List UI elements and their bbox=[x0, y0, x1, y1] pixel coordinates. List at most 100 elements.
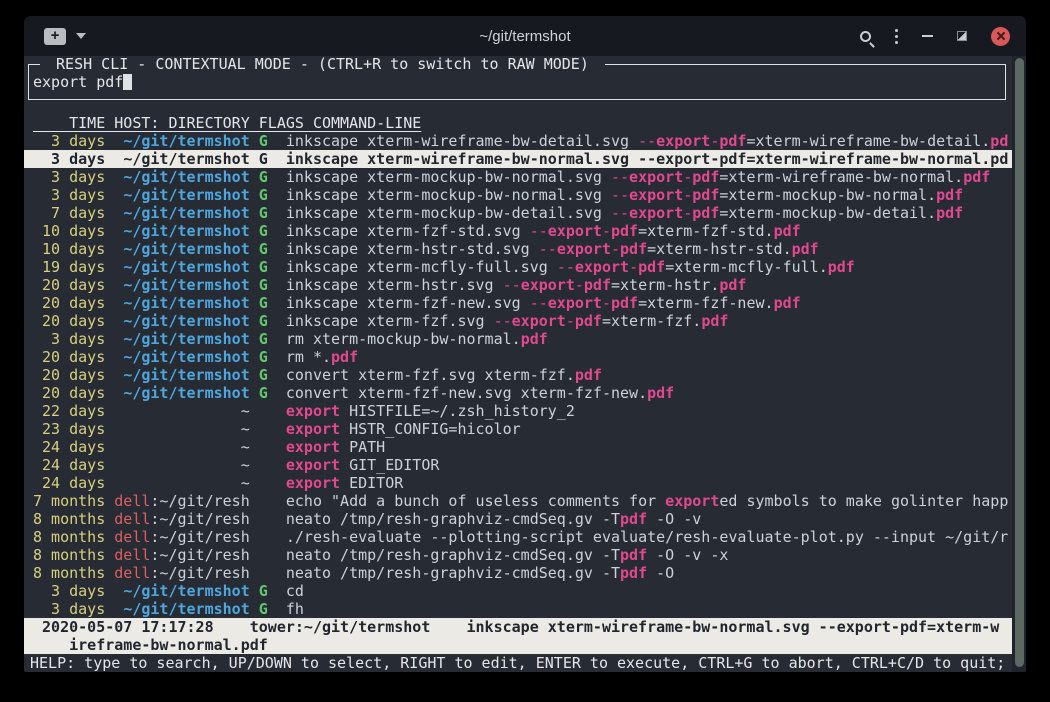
history-row[interactable]: 20 days ~/git/termshot G inkscape xterm-… bbox=[24, 276, 1012, 294]
history-row[interactable]: 3 days ~/git/termshot G rm xterm-mockup-… bbox=[24, 330, 1012, 348]
cell-time: 23 days bbox=[33, 420, 105, 438]
cmd-segment: pdf bbox=[611, 294, 638, 312]
cell-time: 3 days bbox=[33, 600, 105, 618]
history-row[interactable]: 20 days ~/git/termshot G convert xterm-f… bbox=[24, 366, 1012, 384]
gap bbox=[250, 222, 259, 240]
cmd-segment: pdf bbox=[620, 240, 647, 258]
history-row[interactable]: 20 days ~/git/termshot G inkscape xterm-… bbox=[24, 312, 1012, 330]
cell-time: 3 days bbox=[33, 330, 105, 348]
cmd-segment: inkscape xterm-fzf-std.svg bbox=[286, 222, 530, 240]
gap bbox=[268, 150, 286, 168]
cell-flags bbox=[259, 510, 268, 528]
history-row[interactable]: 3 days ~/git/termshot G cd bbox=[24, 582, 1012, 600]
close-button[interactable] bbox=[991, 27, 1010, 46]
history-row[interactable]: 8 months dell:~/git/resh neato /tmp/resh… bbox=[24, 546, 1012, 564]
history-row[interactable]: 10 days ~/git/termshot G inkscape xterm-… bbox=[24, 222, 1012, 240]
history-row[interactable]: 20 days ~/git/termshot G convert xterm-f… bbox=[24, 384, 1012, 402]
cell-time: 8 months bbox=[33, 528, 105, 546]
history-row[interactable]: 8 months dell:~/git/resh neato /tmp/resh… bbox=[24, 510, 1012, 528]
cmd-segment: =xterm-mcfly-full. bbox=[665, 258, 828, 276]
history-row[interactable]: 10 days ~/git/termshot G inkscape xterm-… bbox=[24, 240, 1012, 258]
cell-host: dell bbox=[114, 510, 150, 528]
cmd-segment: GIT_EDITOR bbox=[340, 456, 439, 474]
cmd-segment: =xterm-mockup-bw-detail. bbox=[719, 204, 936, 222]
history-row[interactable]: 3 days ~/git/termshot G fh bbox=[24, 600, 1012, 618]
gap bbox=[114, 420, 240, 438]
cell-flags: G bbox=[259, 258, 268, 276]
history-row[interactable]: 8 months dell:~/git/resh ./resh-evaluate… bbox=[24, 528, 1012, 546]
gap bbox=[114, 276, 123, 294]
text-cursor bbox=[123, 74, 132, 90]
cell-directory: ~/git/termshot bbox=[123, 582, 249, 600]
gap bbox=[105, 582, 114, 600]
cmd-segment: neato /tmp/resh-graphviz-cmdSeq.gv -T bbox=[286, 510, 620, 528]
history-row[interactable]: 19 days ~/git/termshot G inkscape xterm-… bbox=[24, 258, 1012, 276]
cell-flags bbox=[259, 546, 268, 564]
gap bbox=[250, 420, 259, 438]
gap bbox=[114, 384, 123, 402]
menu-button[interactable] bbox=[895, 29, 898, 44]
cmd-segment: pdf bbox=[774, 294, 801, 312]
cell-directory: ~/git/termshot bbox=[123, 204, 249, 222]
search-icon bbox=[860, 31, 871, 42]
cmd-segment: pdf bbox=[963, 168, 990, 186]
cmd-segment: export bbox=[286, 438, 340, 456]
cmd-segment: rm *. bbox=[286, 348, 331, 366]
cmd-segment: export bbox=[629, 168, 683, 186]
history-row[interactable]: 24 days ~ export GIT_EDITOR bbox=[24, 456, 1012, 474]
gap bbox=[268, 204, 286, 222]
cmd-segment: - bbox=[710, 150, 719, 168]
new-tab-icon[interactable] bbox=[44, 28, 66, 45]
cell-flags: G bbox=[259, 348, 268, 366]
cmd-segment: pdf bbox=[620, 564, 647, 582]
gap bbox=[105, 384, 114, 402]
cmd-segment: pdf bbox=[521, 330, 548, 348]
history-row[interactable]: 8 months dell:~/git/resh neato /tmp/resh… bbox=[24, 564, 1012, 582]
cmd-segment: pdf bbox=[620, 510, 647, 528]
gap bbox=[268, 258, 286, 276]
history-row[interactable]: 3 days ~/git/termshot G inkscape xterm-w… bbox=[24, 150, 1012, 168]
cmd-segment: export bbox=[656, 132, 710, 150]
cmd-segment: pd bbox=[990, 132, 1008, 150]
tab-dropdown-button[interactable] bbox=[76, 33, 86, 39]
history-row[interactable]: 3 days ~/git/termshot G inkscape xterm-w… bbox=[24, 132, 1012, 150]
gap bbox=[105, 348, 114, 366]
gap bbox=[250, 438, 259, 456]
cell-time: 8 months bbox=[33, 510, 105, 528]
history-row[interactable]: 7 months dell:~/git/resh echo "Add a bun… bbox=[24, 492, 1012, 510]
history-row[interactable]: 3 days ~/git/termshot G inkscape xterm-m… bbox=[24, 186, 1012, 204]
scrollbar-thumb[interactable] bbox=[1015, 58, 1024, 667]
gap bbox=[250, 366, 259, 384]
cmd-segment: PATH bbox=[340, 438, 385, 456]
history-row[interactable]: 7 days ~/git/termshot G inkscape xterm-m… bbox=[24, 204, 1012, 222]
gap bbox=[114, 294, 123, 312]
cell-directory: ~/git/termshot bbox=[123, 348, 249, 366]
minimize-button[interactable] bbox=[922, 35, 933, 37]
gap bbox=[250, 348, 259, 366]
chevron-down-icon bbox=[76, 33, 86, 39]
gap bbox=[105, 294, 114, 312]
cell-flags bbox=[259, 438, 268, 456]
history-row[interactable]: 23 days ~ export HSTR_CONFIG=hicolor bbox=[24, 420, 1012, 438]
history-row[interactable]: 20 days ~/git/termshot G rm *.pdf bbox=[24, 348, 1012, 366]
cmd-segment: =xterm-fzf. bbox=[602, 312, 701, 330]
cmd-segment: =xterm-hstr. bbox=[611, 276, 719, 294]
cell-directory: ~/git/termshot bbox=[123, 222, 249, 240]
cell-flags: G bbox=[259, 600, 268, 618]
restore-button[interactable] bbox=[957, 31, 967, 41]
history-row[interactable]: 22 days ~ export HISTFILE=~/.zsh_history… bbox=[24, 402, 1012, 420]
cmd-segment: export bbox=[521, 276, 575, 294]
cmd-segment: inkscape xterm-wireframe-bw-detail.svg bbox=[286, 132, 638, 150]
cell-directory: ~/git/termshot bbox=[123, 240, 249, 258]
cmd-segment: export bbox=[629, 204, 683, 222]
history-row[interactable]: 3 days ~/git/termshot G inkscape xterm-m… bbox=[24, 168, 1012, 186]
history-row[interactable]: 20 days ~/git/termshot G inkscape xterm-… bbox=[24, 294, 1012, 312]
gap bbox=[250, 492, 259, 510]
search-button[interactable] bbox=[860, 31, 871, 42]
history-row[interactable]: 24 days ~ export EDITOR bbox=[24, 474, 1012, 492]
scrollbar-track[interactable] bbox=[1012, 56, 1026, 672]
cell-time: 10 days bbox=[33, 240, 105, 258]
gap bbox=[105, 492, 114, 510]
history-row[interactable]: 24 days ~ export PATH bbox=[24, 438, 1012, 456]
gap bbox=[114, 402, 240, 420]
